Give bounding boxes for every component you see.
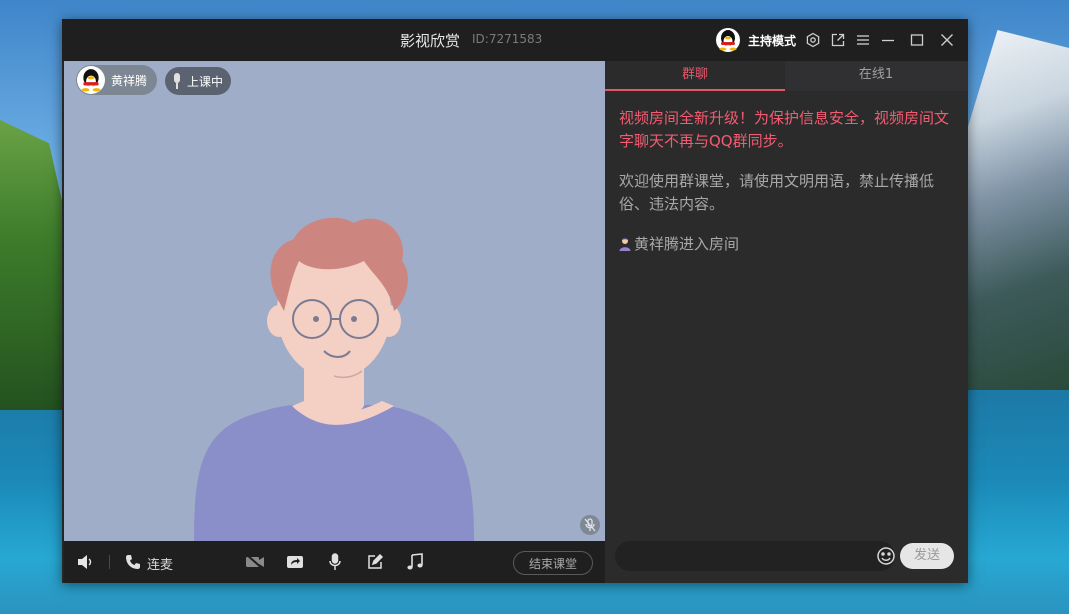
join-message: 黄祥腾 进入房间 bbox=[619, 233, 739, 254]
settings-icon[interactable] bbox=[803, 30, 823, 50]
video-feed-illustration bbox=[194, 217, 474, 541]
chat-panel: 群聊 在线1 视频房间全新升级！为保护信息安全，视频房间文字聊天不再与QQ群同步… bbox=[605, 61, 968, 583]
mic-muted-icon[interactable] bbox=[580, 515, 600, 535]
user-name: 黄祥腾 bbox=[111, 73, 148, 88]
background-mountain bbox=[959, 30, 1069, 390]
bottom-toolbar: 连麦 结束课堂 bbox=[64, 541, 605, 583]
share-screen-icon[interactable] bbox=[285, 552, 305, 572]
mic-icon bbox=[174, 73, 180, 89]
status-label: 上课中 bbox=[187, 74, 224, 89]
menu-icon[interactable] bbox=[853, 30, 873, 50]
camera-off-icon[interactable] bbox=[245, 552, 265, 572]
chat-rules-message: 欢迎使用群课堂，请使用文明用语，禁止传播低俗、违法内容。 bbox=[619, 172, 935, 213]
video-pane: 黄祥腾 上课中 bbox=[64, 61, 605, 541]
join-text: 进入房间 bbox=[679, 235, 740, 253]
popout-icon[interactable] bbox=[828, 30, 848, 50]
close-icon[interactable] bbox=[937, 30, 957, 50]
send-button[interactable]: 发送 bbox=[900, 543, 954, 569]
maximize-icon[interactable] bbox=[907, 30, 927, 50]
tab-group-chat[interactable]: 群聊 bbox=[605, 61, 785, 91]
title-bar: 影视欣赏 ID:7271583 主持模式 bbox=[62, 19, 968, 61]
microphone-icon[interactable] bbox=[325, 552, 345, 572]
host-mode-label[interactable]: 主持模式 bbox=[748, 19, 796, 61]
tab-online[interactable]: 在线1 bbox=[786, 61, 966, 91]
chat-input[interactable] bbox=[615, 541, 895, 571]
join-user-name: 黄祥腾 bbox=[634, 235, 680, 253]
music-icon[interactable] bbox=[405, 552, 425, 572]
toolbar-divider bbox=[109, 555, 110, 569]
edit-icon[interactable] bbox=[365, 552, 385, 572]
app-window: 影视欣赏 ID:7271583 主持模式 黄祥腾 上课中 连麦 结束课堂 群聊 … bbox=[62, 19, 968, 583]
background-hill bbox=[0, 120, 70, 410]
chat-system-notice: 视频房间全新升级！为保护信息安全，视频房间文字聊天不再与QQ群同步。 bbox=[619, 109, 950, 150]
host-avatar[interactable] bbox=[716, 28, 740, 52]
connect-mic-label[interactable]: 连麦 bbox=[147, 554, 173, 573]
minimize-icon[interactable] bbox=[878, 30, 898, 50]
emoji-icon[interactable] bbox=[876, 546, 896, 566]
phone-icon[interactable] bbox=[123, 552, 143, 572]
speaker-icon[interactable] bbox=[76, 552, 96, 572]
end-class-button[interactable]: 结束课堂 bbox=[513, 551, 593, 575]
chat-tabs: 群聊 在线1 bbox=[605, 61, 968, 91]
user-badge[interactable]: 黄祥腾 bbox=[76, 65, 158, 95]
status-badge: 上课中 bbox=[165, 67, 232, 95]
qq-avatar-icon bbox=[719, 30, 737, 51]
qq-avatar-icon bbox=[77, 66, 105, 94]
room-id: ID:7271583 bbox=[472, 32, 543, 46]
user-icon bbox=[619, 237, 631, 251]
window-title: 影视欣赏 bbox=[400, 32, 461, 50]
